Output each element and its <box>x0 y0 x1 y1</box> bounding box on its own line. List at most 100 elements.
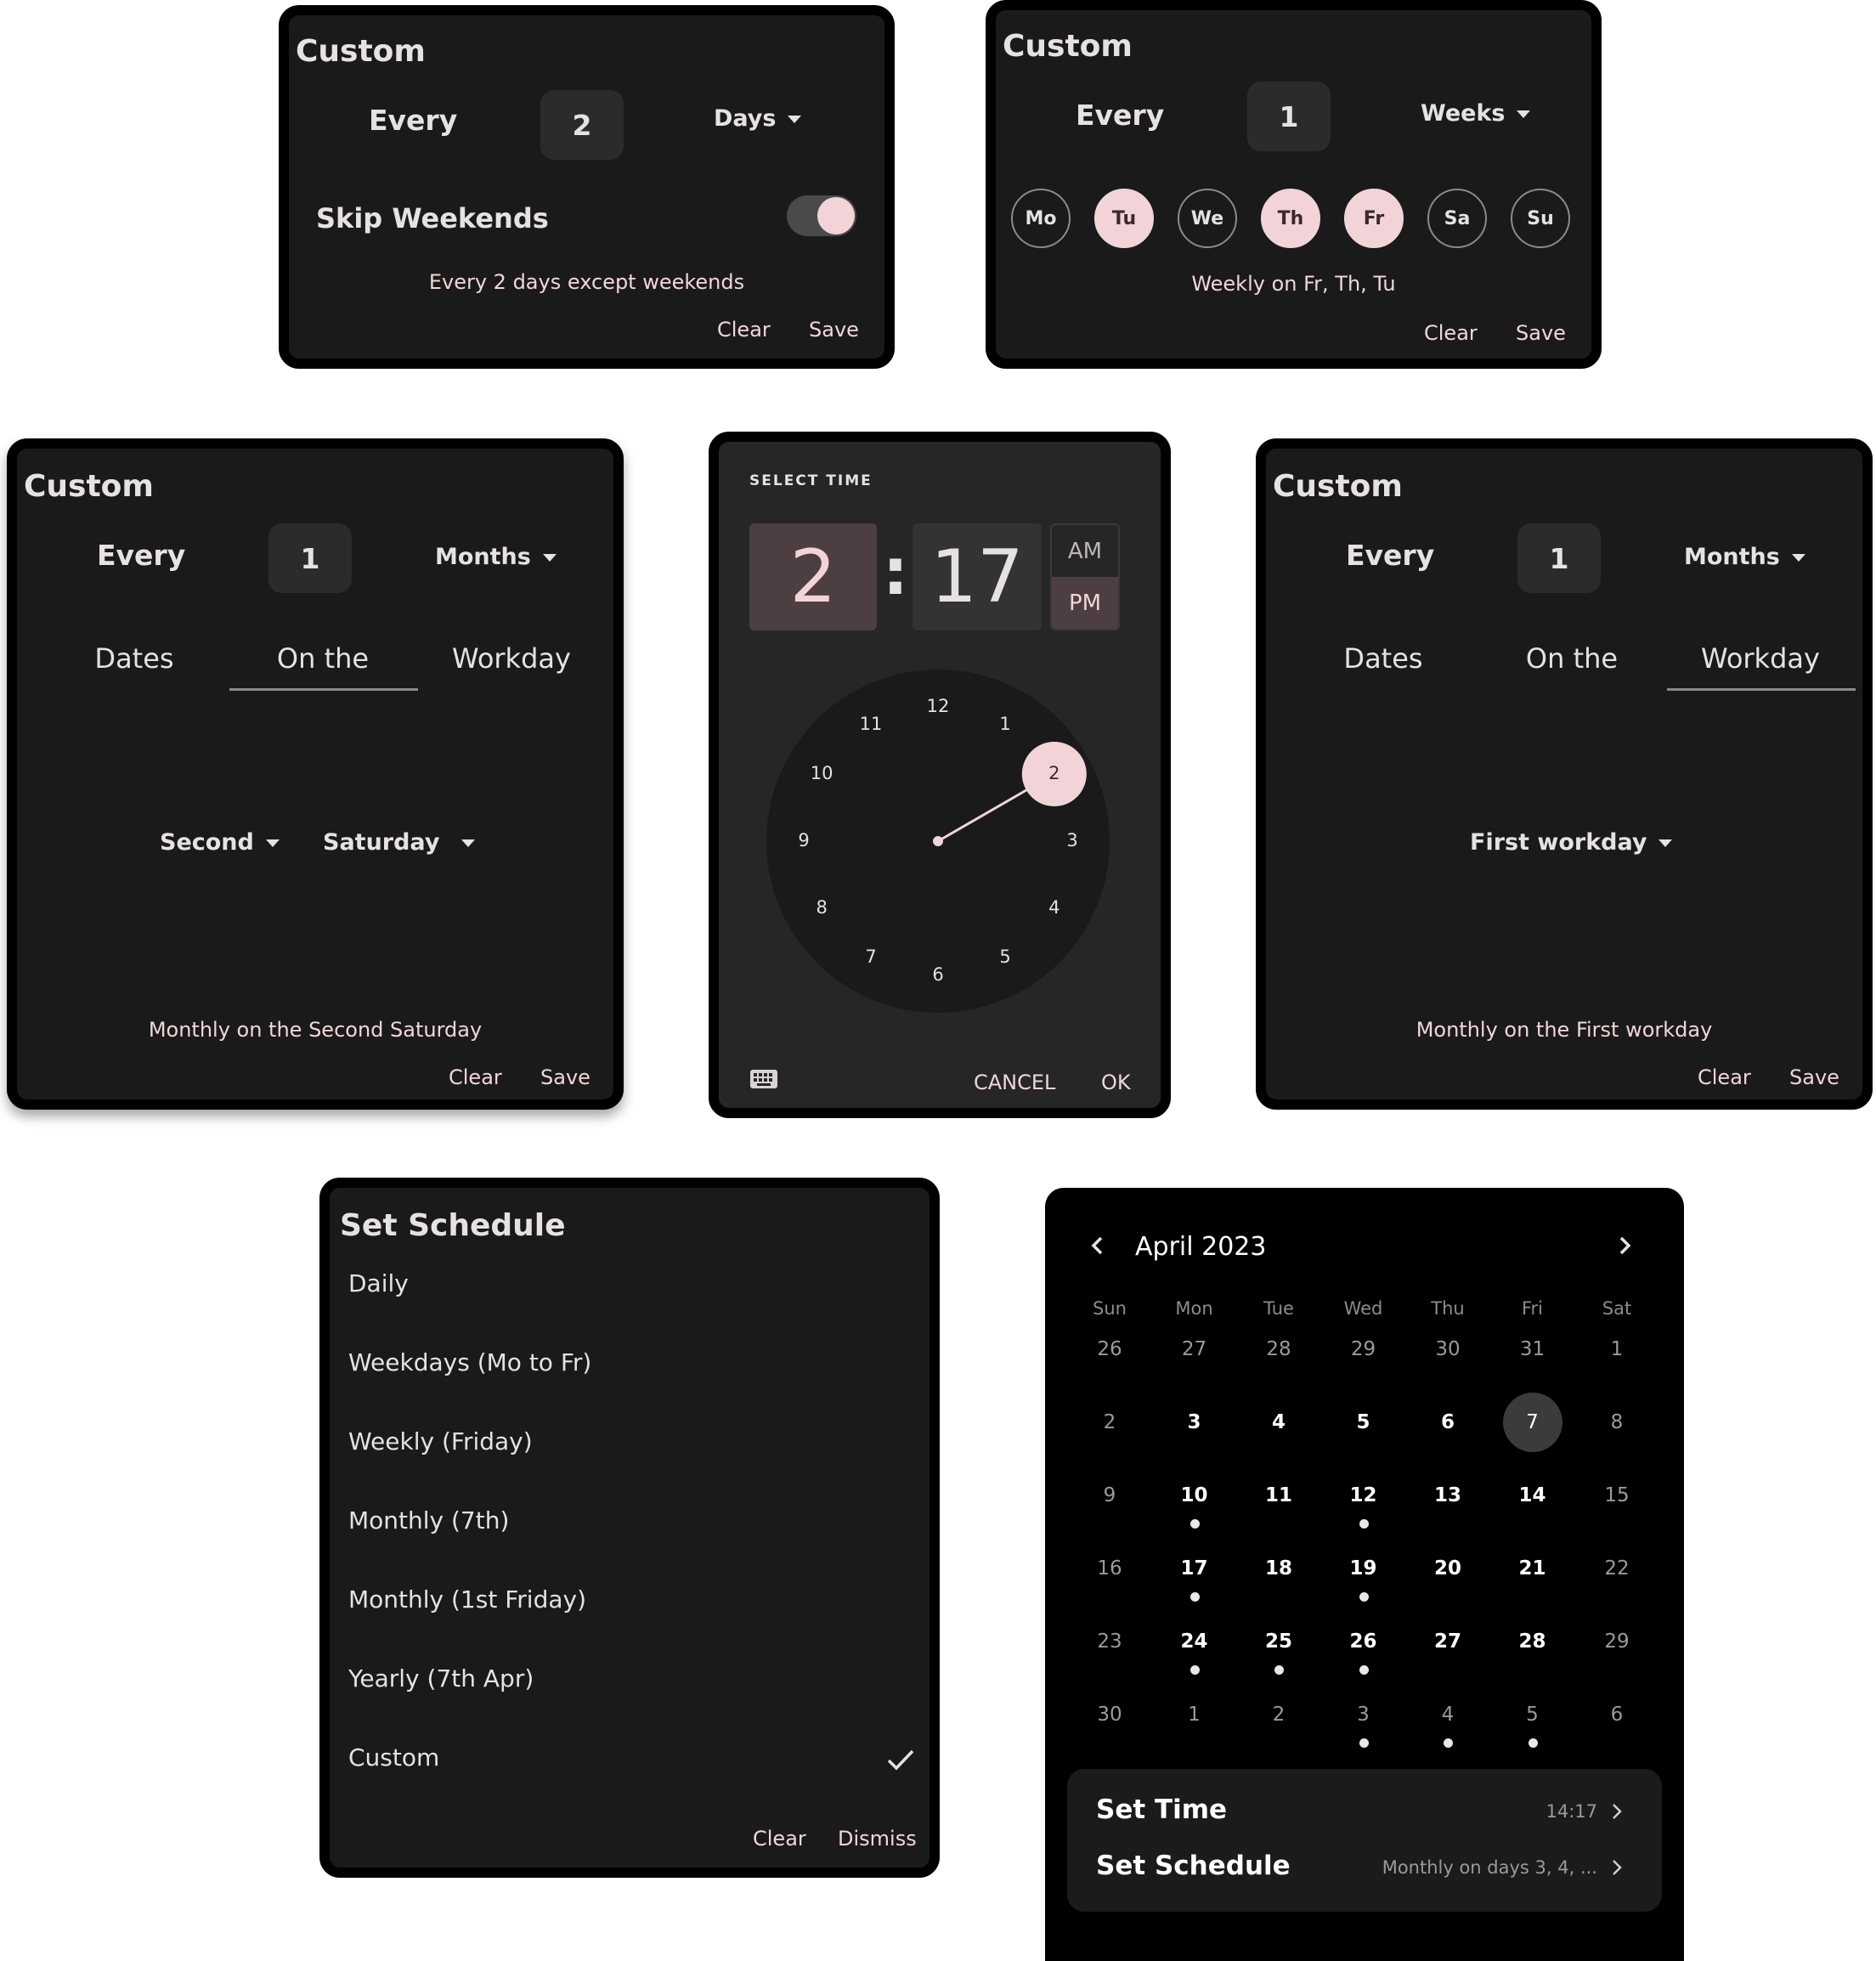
weekday-chip-we[interactable]: We <box>1178 189 1237 248</box>
tab-on-the[interactable]: On the <box>1478 642 1665 675</box>
schedule-option[interactable]: Monthly (7th) <box>348 1506 509 1534</box>
calendar-day[interactable]: 8 <box>1587 1393 1647 1452</box>
calendar-day[interactable]: 27 <box>1418 1612 1478 1671</box>
clock-number[interactable]: 3 <box>1055 830 1089 851</box>
calendar-day[interactable]: 1 <box>1587 1320 1647 1379</box>
save-button[interactable]: Save <box>1789 1065 1839 1089</box>
schedule-option[interactable]: Custom <box>348 1743 439 1772</box>
ordinal-dropdown[interactable]: Second <box>160 829 280 856</box>
weekday-chip-fr[interactable]: Fr <box>1344 189 1404 248</box>
cancel-button[interactable]: CANCEL <box>974 1071 1055 1094</box>
clock-number[interactable]: 12 <box>921 696 955 716</box>
clear-button[interactable]: Clear <box>717 318 771 342</box>
skip-weekends-toggle[interactable] <box>787 195 856 236</box>
clock-number[interactable]: 6 <box>921 964 955 985</box>
tab-workday[interactable]: Workday <box>418 642 605 675</box>
calendar-day[interactable]: 19 <box>1334 1539 1393 1598</box>
calendar-day[interactable]: 30 <box>1418 1320 1478 1379</box>
interval-input[interactable]: 1 <box>1247 82 1331 151</box>
schedule-option[interactable]: Weekdays (Mo to Fr) <box>348 1348 591 1376</box>
tab-dates[interactable]: Dates <box>1290 642 1477 675</box>
interval-input[interactable]: 1 <box>268 523 352 593</box>
calendar-day[interactable]: 21 <box>1503 1539 1562 1598</box>
clock-number[interactable]: 5 <box>988 947 1022 967</box>
clear-button[interactable]: Clear <box>753 1827 806 1851</box>
calendar-day[interactable]: 25 <box>1249 1612 1308 1671</box>
calendar-day[interactable]: 15 <box>1587 1466 1647 1525</box>
save-button[interactable]: Save <box>540 1065 590 1089</box>
weekday-chip-mo[interactable]: Mo <box>1011 189 1071 248</box>
calendar-day[interactable]: 28 <box>1503 1612 1562 1671</box>
calendar-day[interactable]: 3 <box>1334 1685 1393 1744</box>
calendar-day[interactable]: 11 <box>1249 1466 1308 1525</box>
tab-dates[interactable]: Dates <box>41 642 228 675</box>
calendar-day[interactable]: 29 <box>1587 1612 1647 1671</box>
calendar-day[interactable]: 26 <box>1334 1612 1393 1671</box>
calendar-day[interactable]: 14 <box>1503 1466 1562 1525</box>
clock-number[interactable]: 2 <box>1037 763 1071 783</box>
calendar-day[interactable]: 10 <box>1165 1466 1224 1525</box>
tab-workday[interactable]: Workday <box>1667 642 1854 675</box>
save-button[interactable]: Save <box>1516 321 1566 345</box>
clock-number[interactable]: 11 <box>854 714 888 734</box>
unit-dropdown[interactable]: Months <box>1684 544 1805 570</box>
clear-button[interactable]: Clear <box>1698 1065 1751 1089</box>
unit-dropdown[interactable]: Days <box>714 105 802 132</box>
calendar-day[interactable]: 31 <box>1503 1320 1562 1379</box>
calendar-day[interactable]: 16 <box>1080 1539 1139 1598</box>
calendar-day[interactable]: 26 <box>1080 1320 1139 1379</box>
calendar-day[interactable]: 5 <box>1503 1685 1562 1744</box>
calendar-day[interactable]: 18 <box>1249 1539 1308 1598</box>
clear-button[interactable]: Clear <box>449 1065 502 1089</box>
calendar-day[interactable]: 5 <box>1334 1393 1393 1452</box>
workday-dropdown[interactable]: First workday <box>1470 829 1673 856</box>
weekday-chip-sa[interactable]: Sa <box>1427 189 1487 248</box>
schedule-option[interactable]: Daily <box>348 1269 409 1297</box>
schedule-option[interactable]: Monthly (1st Friday) <box>348 1585 586 1613</box>
keyboard-icon[interactable] <box>749 1069 778 1093</box>
weekday-dropdown[interactable]: Saturday <box>323 829 476 856</box>
clock-number[interactable]: 1 <box>988 714 1022 734</box>
calendar-day[interactable]: 6 <box>1418 1393 1478 1452</box>
calendar-day[interactable]: 4 <box>1418 1685 1478 1744</box>
calendar-day[interactable]: 20 <box>1418 1539 1478 1598</box>
calendar-day[interactable]: 6 <box>1587 1685 1647 1744</box>
calendar-day[interactable]: 12 <box>1334 1466 1393 1525</box>
calendar-day[interactable]: 22 <box>1587 1539 1647 1598</box>
calendar-day[interactable]: 3 <box>1165 1393 1224 1452</box>
next-month-icon[interactable] <box>1616 1235 1633 1259</box>
ok-button[interactable]: OK <box>1101 1071 1131 1094</box>
schedule-option[interactable]: Yearly (7th Apr) <box>348 1664 534 1693</box>
calendar-day[interactable]: 30 <box>1080 1685 1139 1744</box>
prev-month-icon[interactable] <box>1089 1235 1106 1259</box>
dismiss-button[interactable]: Dismiss <box>838 1827 917 1851</box>
calendar-day[interactable]: 24 <box>1165 1612 1224 1671</box>
clock-number[interactable]: 10 <box>805 763 839 783</box>
calendar-day[interactable]: 28 <box>1249 1320 1308 1379</box>
unit-dropdown[interactable]: Months <box>435 544 557 570</box>
calendar-day[interactable]: 9 <box>1080 1466 1139 1525</box>
clock-number[interactable]: 8 <box>805 897 839 918</box>
weekday-chip-tu[interactable]: Tu <box>1094 189 1154 248</box>
schedule-option[interactable]: Weekly (Friday) <box>348 1427 533 1455</box>
calendar-day[interactable]: 2 <box>1249 1685 1308 1744</box>
calendar-day-selected[interactable]: 7 <box>1502 1393 1562 1452</box>
calendar-day[interactable]: 13 <box>1418 1466 1478 1525</box>
clear-button[interactable]: Clear <box>1424 321 1478 345</box>
minute-display[interactable]: 17 <box>913 523 1042 630</box>
weekday-chip-th[interactable]: Th <box>1261 189 1320 248</box>
calendar-day[interactable]: 4 <box>1249 1393 1308 1452</box>
set-schedule-row[interactable]: Set Schedule Monthly on days 3, 4, ... <box>1067 1840 1662 1912</box>
calendar-day[interactable]: 17 <box>1165 1539 1224 1598</box>
unit-dropdown[interactable]: Weeks <box>1421 100 1531 127</box>
weekday-chip-su[interactable]: Su <box>1511 189 1570 248</box>
clock-number[interactable]: 4 <box>1037 897 1071 918</box>
calendar-day[interactable]: 2 <box>1080 1393 1139 1452</box>
calendar-day[interactable]: 1 <box>1165 1685 1224 1744</box>
hour-display[interactable]: 2 <box>749 523 877 630</box>
set-time-row[interactable]: Set Time 14:17 <box>1067 1769 1662 1840</box>
clock-number[interactable]: 9 <box>787 830 821 851</box>
calendar-day[interactable]: 29 <box>1334 1320 1393 1379</box>
pm-button[interactable]: PM <box>1052 577 1118 629</box>
calendar-day[interactable]: 27 <box>1165 1320 1224 1379</box>
